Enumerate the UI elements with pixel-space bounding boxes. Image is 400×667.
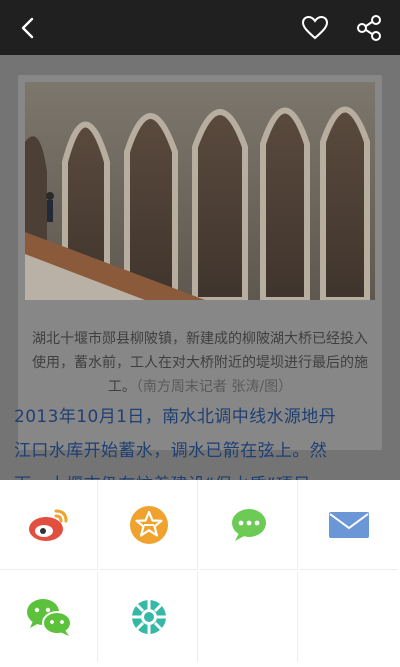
article-line: 江口水库开始蓄水，调水已箭在弦上。然 — [14, 441, 328, 461]
article-body: 2013年10月1日，南水北调中线水源地丹 江口水库开始蓄水，调水已箭在弦上。然… — [14, 400, 386, 480]
favorite-button[interactable] — [294, 0, 336, 55]
top-nav-bar — [0, 0, 400, 55]
share-messages-button[interactable] — [200, 480, 298, 570]
share-empty-slot — [200, 572, 298, 662]
moments-aperture-icon — [131, 600, 166, 634]
share-weibo-button[interactable] — [0, 480, 98, 570]
share-wechat-button[interactable] — [0, 572, 98, 662]
email-envelope-icon — [329, 511, 369, 538]
photo-caption: 湖北十堰市郧县柳陂镇，新建成的柳陂湖大桥已经投入使用，蓄水前，工人在对大桥附近的… — [30, 327, 370, 399]
share-icon — [357, 14, 381, 41]
photo-card: 湖北十堰市郧县柳陂镇，新建成的柳陂湖大桥已经投入使用，蓄水前，工人在对大桥附近的… — [18, 75, 382, 450]
article-line: 而，十堰市仍在忙着建设“保水质”项目 — [14, 468, 386, 480]
share-email-button[interactable] — [300, 480, 398, 570]
weibo-icon — [28, 509, 67, 541]
share-wechat-moments-button[interactable] — [100, 572, 198, 662]
message-bubble-icon — [231, 508, 266, 541]
share-button[interactable] — [348, 0, 390, 55]
heart-icon — [301, 15, 329, 39]
article-photo[interactable] — [25, 82, 375, 300]
wechat-icon — [26, 599, 72, 636]
article-line: 2013年10月1日，南水北调中线水源地丹 — [14, 407, 337, 427]
share-qzone-button[interactable] — [100, 480, 198, 570]
share-sheet — [0, 480, 400, 667]
qzone-icon — [129, 505, 168, 544]
back-chevron-icon — [21, 17, 34, 38]
article-content: 湖北十堰市郧县柳陂镇，新建成的柳陂湖大桥已经投入使用，蓄水前，工人在对大桥附近的… — [0, 55, 400, 480]
back-button[interactable] — [8, 0, 48, 55]
photo-credit: （南方周末记者 张涛/图） — [135, 379, 293, 395]
bridge-arches-image — [25, 82, 375, 300]
share-empty-slot — [300, 572, 398, 662]
